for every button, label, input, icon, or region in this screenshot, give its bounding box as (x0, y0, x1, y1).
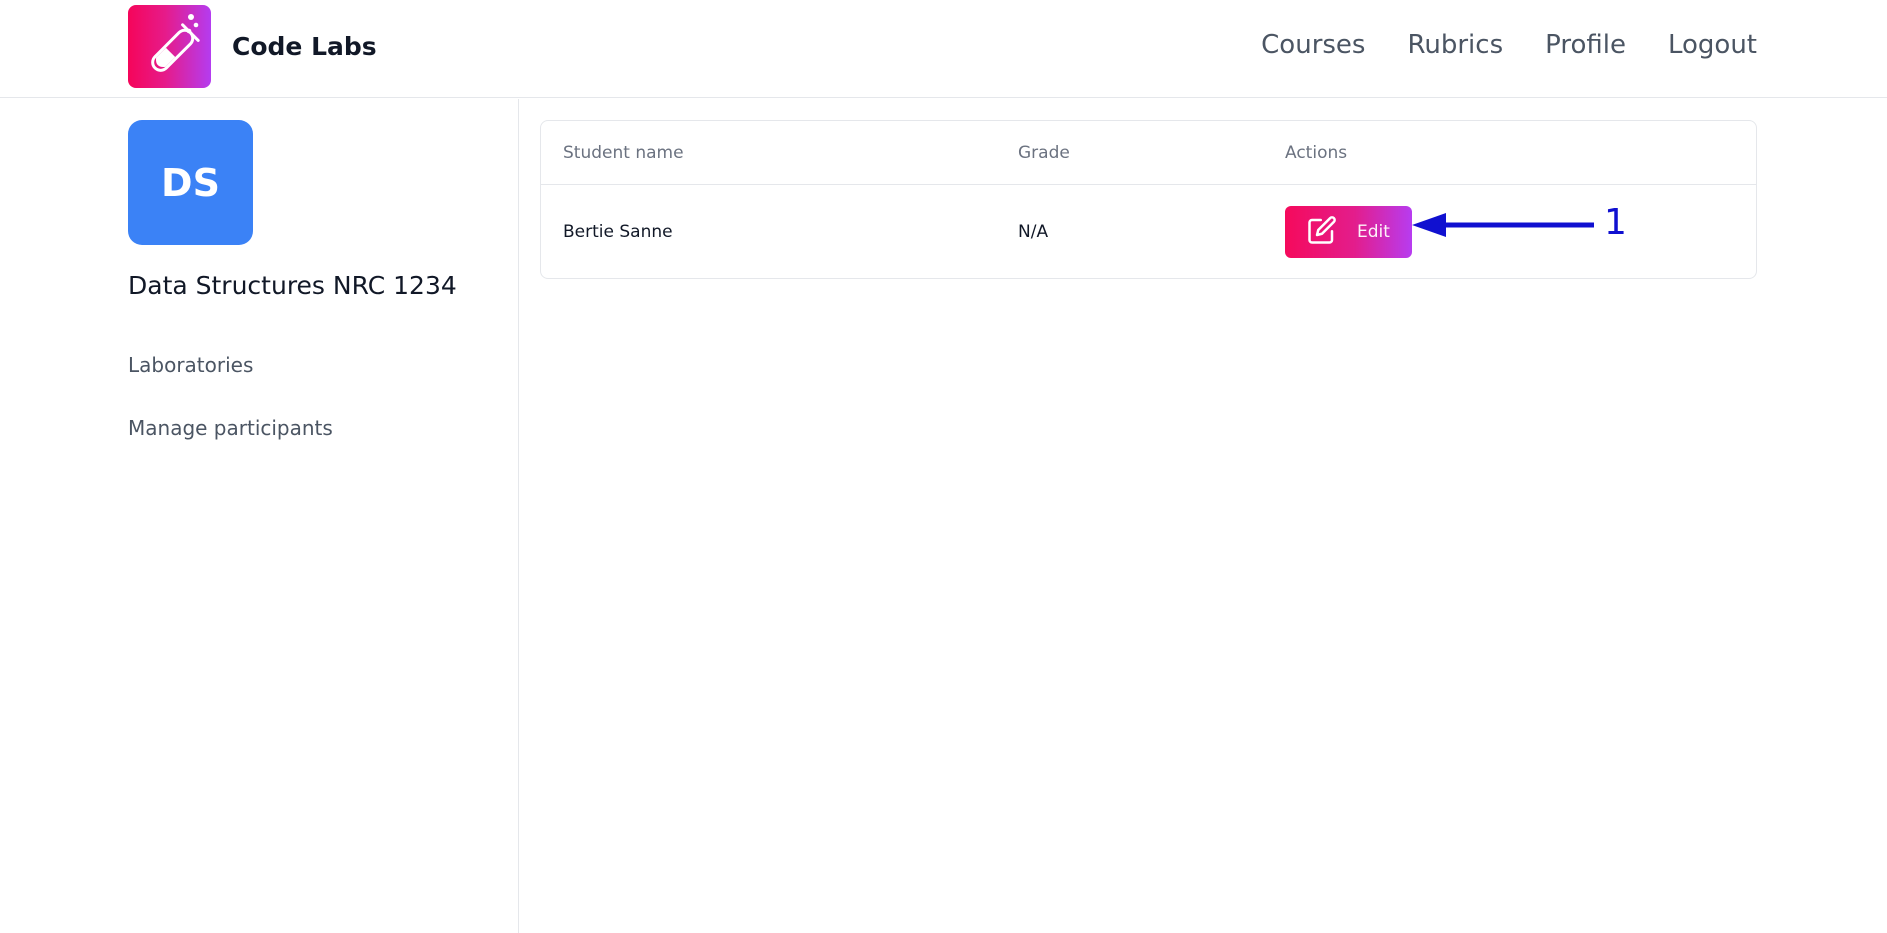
course-sidebar: DS Data Structures NRC 1234 Laboratories… (0, 99, 519, 933)
sidebar-item-laboratories[interactable]: Laboratories (128, 353, 253, 377)
grade-cell: N/A (1018, 222, 1049, 242)
top-header: Code Labs Courses Rubrics Profile Logout (0, 0, 1887, 98)
brand[interactable]: Code Labs (128, 5, 377, 88)
nav-logout[interactable]: Logout (1668, 30, 1757, 60)
edit-button[interactable]: Edit (1285, 206, 1412, 258)
student-name-cell: Bertie Sanne (563, 222, 673, 242)
column-header-grade: Grade (1018, 143, 1070, 163)
course-avatar: DS (128, 120, 253, 245)
column-header-actions: Actions (1285, 143, 1348, 163)
main-nav: Courses Rubrics Profile Logout (1261, 30, 1757, 60)
test-tube-icon (128, 5, 211, 88)
annotation-label: 1 (1604, 202, 1627, 243)
nav-rubrics[interactable]: Rubrics (1407, 30, 1503, 60)
edit-square-icon (1307, 215, 1337, 249)
nav-courses[interactable]: Courses (1261, 30, 1365, 60)
column-header-student-name: Student name (563, 143, 684, 163)
nav-profile[interactable]: Profile (1545, 30, 1626, 60)
course-title: Data Structures NRC 1234 (128, 271, 457, 300)
annotation-arrow (1412, 213, 1594, 237)
table-header: Student name Grade Actions (541, 121, 1756, 185)
sidebar-item-manage-participants[interactable]: Manage participants (128, 416, 333, 440)
brand-name: Code Labs (232, 32, 377, 61)
edit-button-label: Edit (1357, 222, 1390, 242)
